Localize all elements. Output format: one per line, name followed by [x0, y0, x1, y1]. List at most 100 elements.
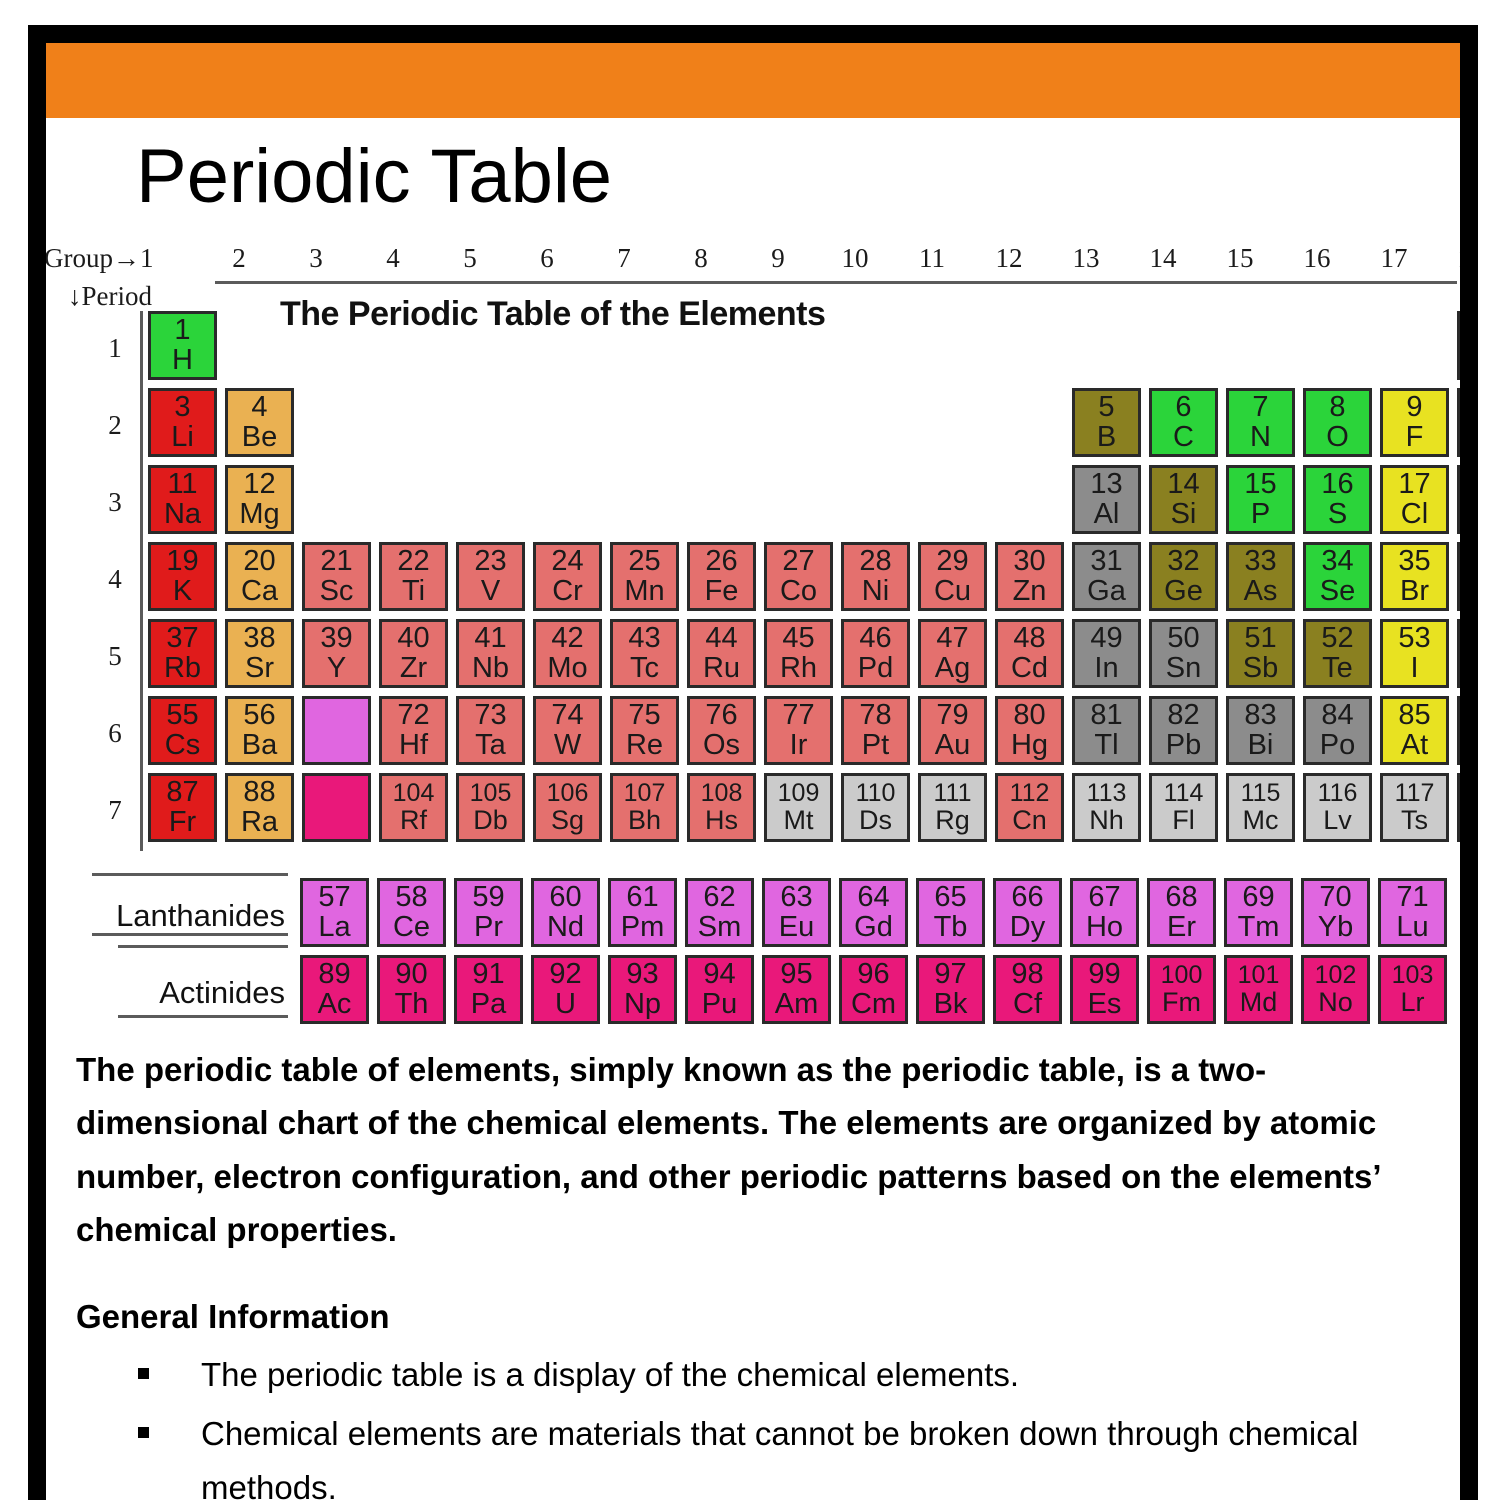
element-cell[interactable]: 41 Nb	[456, 619, 525, 688]
element-cell[interactable]: 67 Ho	[1070, 878, 1139, 947]
element-cell[interactable]: 53 I	[1380, 619, 1449, 688]
element-cell[interactable]: 46 Pd	[841, 619, 910, 688]
element-cell[interactable]: 89 Ac	[300, 955, 369, 1024]
element-cell[interactable]: 9F	[1380, 388, 1449, 457]
element-cell[interactable]: 114 Fl	[1149, 773, 1218, 842]
element-cell[interactable]: 95 Am	[762, 955, 831, 1024]
element-cell[interactable]: 33 As	[1226, 542, 1295, 611]
element-cell[interactable]: 20 Ca	[225, 542, 294, 611]
element-cell[interactable]: 85 At	[1380, 696, 1449, 765]
element-cell[interactable]: 35 Br	[1380, 542, 1449, 611]
element-cell[interactable]: 86Rn	[1457, 696, 1460, 765]
element-cell[interactable]: 52 Te	[1303, 619, 1372, 688]
element-cell[interactable]: 68 Er	[1147, 878, 1216, 947]
element-cell[interactable]: 17 Cl	[1380, 465, 1449, 534]
element-cell[interactable]: 63 Eu	[762, 878, 831, 947]
element-cell[interactable]: 50 Sn	[1149, 619, 1218, 688]
element-cell[interactable]: 26 Fe	[687, 542, 756, 611]
element-cell[interactable]: 34 Se	[1303, 542, 1372, 611]
element-cell[interactable]: 23 V	[456, 542, 525, 611]
element-cell[interactable]: 8O	[1303, 388, 1372, 457]
element-cell[interactable]: 16 S	[1303, 465, 1372, 534]
element-cell[interactable]: 27 Co	[764, 542, 833, 611]
element-cell[interactable]: 81 Tl	[1072, 696, 1141, 765]
element-cell[interactable]: 108 Hs	[687, 773, 756, 842]
element-cell[interactable]: 66 Dy	[993, 878, 1062, 947]
element-cell[interactable]: 99 Es	[1070, 955, 1139, 1024]
element-cell-placeholder[interactable]	[302, 696, 371, 765]
element-cell[interactable]: 82 Pb	[1149, 696, 1218, 765]
element-cell[interactable]: 94 Pu	[685, 955, 754, 1024]
element-cell[interactable]: 31 Ga	[1072, 542, 1141, 611]
element-cell[interactable]: 65 Tb	[916, 878, 985, 947]
element-cell[interactable]: 40 Zr	[379, 619, 448, 688]
element-cell[interactable]: 43 Tc	[610, 619, 679, 688]
element-cell[interactable]: 15 P	[1226, 465, 1295, 534]
element-cell[interactable]: 112 Cn	[995, 773, 1064, 842]
element-cell[interactable]: 96 Cm	[839, 955, 908, 1024]
element-cell[interactable]: 56 Ba	[225, 696, 294, 765]
element-cell[interactable]: 22 Ti	[379, 542, 448, 611]
element-cell[interactable]: 36Kr	[1457, 542, 1460, 611]
element-cell[interactable]: 110 Ds	[841, 773, 910, 842]
element-cell[interactable]: 93 Np	[608, 955, 677, 1024]
element-cell[interactable]: 55 Cs	[148, 696, 217, 765]
element-cell[interactable]: 47 Ag	[918, 619, 987, 688]
element-cell[interactable]: 87 Fr	[148, 773, 217, 842]
element-cell[interactable]: 19 K	[148, 542, 217, 611]
element-cell[interactable]: 74 W	[533, 696, 602, 765]
element-cell[interactable]: 10Ne	[1457, 388, 1460, 457]
element-cell[interactable]: 91 Pa	[454, 955, 523, 1024]
element-cell[interactable]: 88 Ra	[225, 773, 294, 842]
element-cell[interactable]: 25 Mn	[610, 542, 679, 611]
element-cell[interactable]: 61 Pm	[608, 878, 677, 947]
element-cell[interactable]: 60 Nd	[531, 878, 600, 947]
element-cell[interactable]: 37 Rb	[148, 619, 217, 688]
element-cell[interactable]: 79 Au	[918, 696, 987, 765]
element-cell[interactable]: 78 Pt	[841, 696, 910, 765]
element-cell[interactable]: 58 Ce	[377, 878, 446, 947]
element-cell[interactable]: 101 Md	[1224, 955, 1293, 1024]
element-cell[interactable]: 3 Li	[148, 388, 217, 457]
element-cell[interactable]: 76 Os	[687, 696, 756, 765]
element-cell[interactable]: 1H	[148, 311, 217, 380]
element-cell[interactable]: 14 Si	[1149, 465, 1218, 534]
element-cell[interactable]: 7N	[1226, 388, 1295, 457]
element-cell[interactable]: 38 Sr	[225, 619, 294, 688]
element-cell[interactable]: 98 Cf	[993, 955, 1062, 1024]
element-cell[interactable]: 21 Sc	[302, 542, 371, 611]
element-cell[interactable]: 45 Rh	[764, 619, 833, 688]
element-cell[interactable]: 6C	[1149, 388, 1218, 457]
element-cell[interactable]: 48 Cd	[995, 619, 1064, 688]
element-cell[interactable]: 75 Re	[610, 696, 679, 765]
element-cell[interactable]: 29 Cu	[918, 542, 987, 611]
element-cell[interactable]: 77 Ir	[764, 696, 833, 765]
element-cell[interactable]: 69 Tm	[1224, 878, 1293, 947]
element-cell[interactable]: 70 Yb	[1301, 878, 1370, 947]
element-cell[interactable]: 102 No	[1301, 955, 1370, 1024]
element-cell[interactable]: 62 Sm	[685, 878, 754, 947]
element-cell[interactable]: 97 Bk	[916, 955, 985, 1024]
element-cell[interactable]: 92 U	[531, 955, 600, 1024]
element-cell[interactable]: 100 Fm	[1147, 955, 1216, 1024]
element-cell[interactable]: 105 Db	[456, 773, 525, 842]
element-cell[interactable]: 107 Bh	[610, 773, 679, 842]
element-cell[interactable]: 44 Ru	[687, 619, 756, 688]
element-cell[interactable]: 28 Ni	[841, 542, 910, 611]
element-cell[interactable]: 115 Mc	[1226, 773, 1295, 842]
element-cell[interactable]: 13 Al	[1072, 465, 1141, 534]
element-cell[interactable]: 64 Gd	[839, 878, 908, 947]
element-cell[interactable]: 59 Pr	[454, 878, 523, 947]
element-cell[interactable]: 106 Sg	[533, 773, 602, 842]
element-cell[interactable]: 49 In	[1072, 619, 1141, 688]
element-cell[interactable]: 118Og	[1457, 773, 1460, 842]
element-cell[interactable]: 104 Rf	[379, 773, 448, 842]
element-cell[interactable]: 109 Mt	[764, 773, 833, 842]
element-cell[interactable]: 113 Nh	[1072, 773, 1141, 842]
element-cell[interactable]: 12 Mg	[225, 465, 294, 534]
element-cell[interactable]: 80 Hg	[995, 696, 1064, 765]
element-cell[interactable]: 54Xe	[1457, 619, 1460, 688]
element-cell[interactable]: 73 Ta	[456, 696, 525, 765]
element-cell[interactable]: 24 Cr	[533, 542, 602, 611]
element-cell[interactable]: 2He	[1457, 311, 1460, 380]
